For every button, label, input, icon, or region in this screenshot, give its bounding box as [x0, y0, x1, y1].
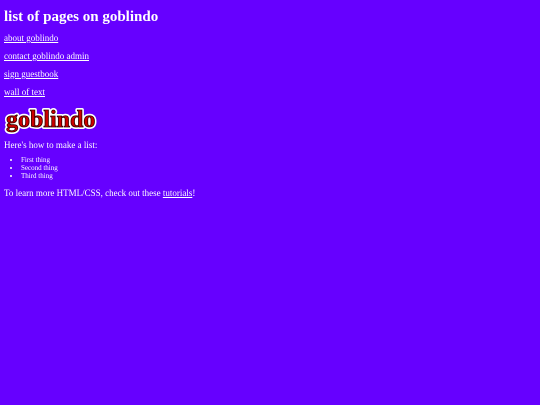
link-row: sign guestbook — [4, 70, 536, 79]
about-link[interactable]: about goblindo — [4, 33, 58, 43]
page-links: about goblindo contact goblindo admin si… — [4, 34, 536, 97]
logo-graphic: goblindo goblindo — [4, 106, 97, 134]
goblindo-logo: goblindo goblindo — [4, 106, 104, 134]
list-item: Third thing — [21, 172, 536, 180]
example-list: First thing Second thing Third thing — [4, 156, 536, 180]
list-intro: Here's how to make a list: — [4, 140, 98, 150]
tutorials-sentence: To learn more HTML/CSS, check out these … — [4, 188, 536, 199]
page-title: list of pages on goblindo — [4, 9, 159, 25]
wall-of-text-link[interactable]: wall of text — [4, 87, 45, 97]
link-row: about goblindo — [4, 34, 536, 43]
tutorials-text-before: To learn more HTML/CSS, check out these — [4, 188, 163, 198]
link-row: wall of text — [4, 88, 536, 97]
page: list of pages on goblindo about goblindo… — [0, 0, 540, 405]
list-item: First thing — [21, 156, 536, 164]
link-row: contact goblindo admin — [4, 52, 536, 61]
sign-guestbook-link[interactable]: sign guestbook — [4, 69, 58, 79]
logo-text: goblindo — [6, 107, 95, 133]
contact-admin-link[interactable]: contact goblindo admin — [4, 51, 89, 61]
tutorials-text-after: ! — [192, 188, 196, 198]
tutorials-link[interactable]: tutorials — [163, 188, 193, 198]
list-item: Second thing — [21, 164, 536, 172]
